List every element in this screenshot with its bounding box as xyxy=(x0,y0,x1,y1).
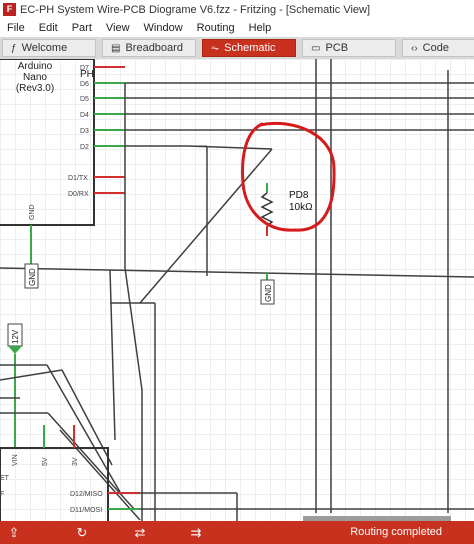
pin-label-d2: D2 xyxy=(80,144,89,151)
resistor-value: 10kΩ xyxy=(289,202,313,213)
pin-label-d6: D6 xyxy=(80,81,89,88)
share-icon[interactable]: ⇪ xyxy=(4,524,24,542)
arduino-label-2: Nano xyxy=(23,72,47,83)
wire-gnd[interactable] xyxy=(0,267,474,278)
menu-routing[interactable]: Routing xyxy=(190,19,242,37)
wire-lower-diag-1[interactable] xyxy=(46,364,121,493)
supply-12v-label: 12V xyxy=(11,329,20,344)
welcome-icon: ƒ xyxy=(11,42,17,54)
menu-part[interactable]: Part xyxy=(65,19,99,37)
lower-pin-label-d12: D12/MISO xyxy=(70,491,103,498)
tab-code[interactable]: ‹› Code xyxy=(402,39,474,57)
arduino-label-3: (Rev3.0) xyxy=(16,83,54,94)
pin-label-d5: D5 xyxy=(80,96,89,103)
pin-label-d7: D7 xyxy=(80,65,89,72)
pin-label-gnd: GND xyxy=(29,204,36,220)
menu-edit[interactable]: Edit xyxy=(32,19,65,37)
view-tab-bar: ƒ Welcome ▤ Breadboard ⏦ Schematic ▭ PCB… xyxy=(0,37,474,59)
lower-pin-label-d11: D11/MOSI xyxy=(70,507,102,514)
title-bar: F EC-PH System Wire-PCB Diograme V6.fzz … xyxy=(0,0,474,19)
gnd-left-label: GND xyxy=(28,268,37,286)
schematic-icon: ⏦ xyxy=(211,42,220,54)
resistor-name: PD8 xyxy=(289,190,309,201)
wire-lower-diag-2[interactable] xyxy=(61,369,113,466)
schematic-canvas[interactable]: Arduino Nano (Rev3.0) PH D7 D6 D5 D4 D3 … xyxy=(0,59,474,521)
gnd-right-label: GND xyxy=(264,284,273,302)
fritzing-logo-icon: F xyxy=(3,3,16,16)
flip-icon[interactable]: ⇄ xyxy=(130,524,150,542)
tab-welcome[interactable]: ƒ Welcome xyxy=(2,39,96,57)
schematic-drawing[interactable]: Arduino Nano (Rev3.0) PH D7 D6 D5 D4 D3 … xyxy=(0,59,474,521)
supply-12v-arrow xyxy=(8,346,22,354)
annotation-circle xyxy=(241,122,336,232)
menu-bar: File Edit Part View Window Routing Help xyxy=(0,19,474,37)
lower-cut-label-et: ET xyxy=(0,475,10,482)
menu-window[interactable]: Window xyxy=(137,19,190,37)
pin-label-d0-rx: D0/RX xyxy=(68,191,89,198)
pcb-icon: ▭ xyxy=(311,42,321,54)
menu-help[interactable]: Help xyxy=(242,19,279,37)
lower-pin-label-3v: 3V xyxy=(72,457,79,466)
pin-label-d3: D3 xyxy=(80,128,89,135)
lower-pin-label-5v: 5V xyxy=(42,457,49,466)
wire-vertical-c[interactable] xyxy=(109,269,116,441)
pin-label-d1-tx: D1/TX xyxy=(68,175,88,182)
autoroute-icon[interactable]: ⇉ xyxy=(186,524,206,542)
status-bar: ⇪ ↻ ⇄ ⇉ Routing completed xyxy=(0,521,474,544)
breadboard-icon: ▤ xyxy=(111,42,121,54)
wire-diagonal-1[interactable] xyxy=(139,148,273,304)
wire-diagonal-2[interactable] xyxy=(124,267,143,391)
tab-pcb[interactable]: ▭ PCB xyxy=(302,39,396,57)
tab-breadboard[interactable]: ▤ Breadboard xyxy=(102,39,196,57)
lower-pin-label-vin: VIN xyxy=(12,454,19,466)
lower-cut-label-f: F xyxy=(0,491,4,498)
tab-schematic[interactable]: ⏦ Schematic xyxy=(202,39,296,57)
rotate-icon[interactable]: ↻ xyxy=(72,524,92,542)
menu-view[interactable]: View xyxy=(99,19,137,37)
window-title: EC-PH System Wire-PCB Diograme V6.fzz - … xyxy=(20,3,371,16)
menu-file[interactable]: File xyxy=(0,19,32,37)
code-icon: ‹› xyxy=(411,42,418,54)
arduino-label-1: Arduino xyxy=(18,61,53,72)
status-text: Routing completed xyxy=(350,526,442,538)
pin-label-d4: D4 xyxy=(80,112,89,119)
